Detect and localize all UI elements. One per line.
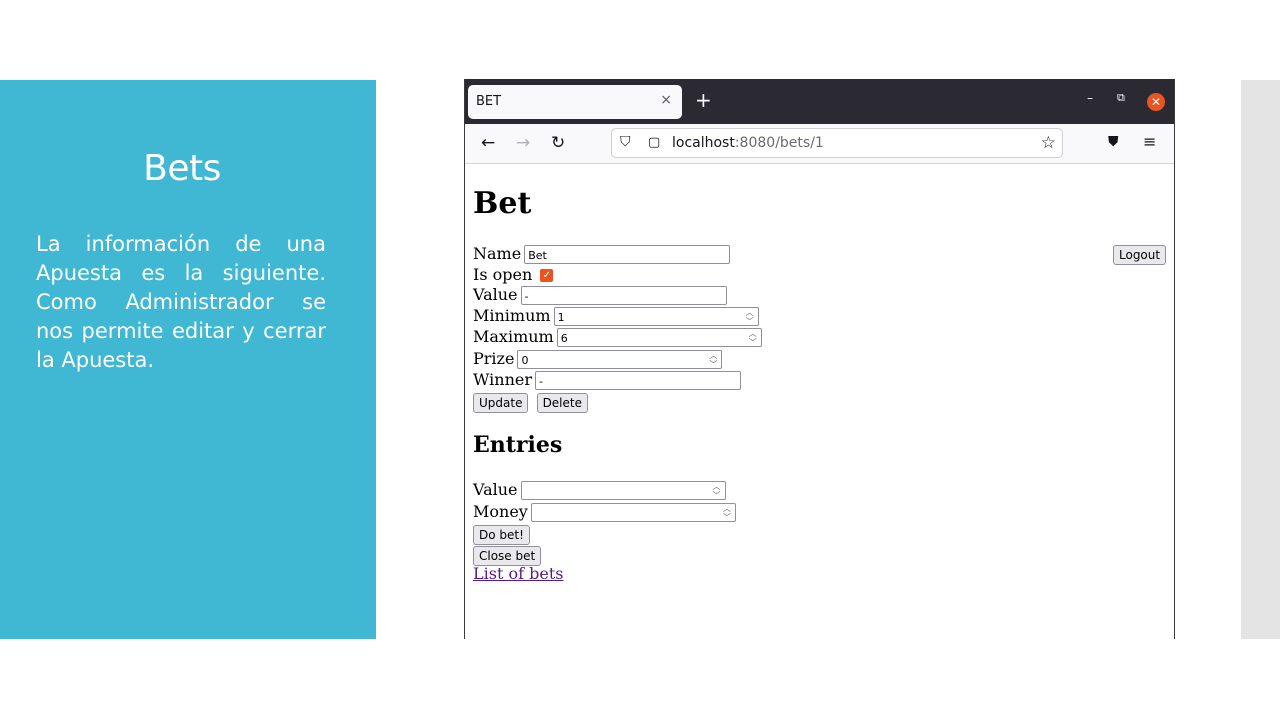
name-input[interactable]: Bet: [524, 245, 731, 264]
entries-heading: Entries: [473, 432, 563, 458]
minimize-icon[interactable]: –: [1087, 91, 1093, 105]
money-label: Money: [473, 502, 528, 521]
tab-close-icon[interactable]: ×: [660, 92, 672, 108]
prize-spinner-icon[interactable]: ︿ ﹀: [709, 351, 717, 369]
winner-label: Winner: [473, 370, 533, 389]
prize-value: 0: [521, 354, 529, 367]
money-input[interactable]: ︿ ﹀: [530, 503, 736, 522]
entry-value-row: Value ︿ ﹀: [473, 480, 726, 500]
logout-button[interactable]: Logout: [1113, 245, 1167, 265]
pocket-icon[interactable]: ⛊: [1108, 134, 1119, 150]
name-row: Name Bet: [473, 244, 731, 264]
browser-window: BET × + – ⧉ ✕ ← → ↻ ⛉ ▢ localhost:8080/b…: [464, 79, 1175, 639]
url-host: localhost: [672, 135, 735, 151]
page-title: Bet: [473, 186, 532, 221]
money-row: Money ︿ ﹀: [473, 502, 736, 522]
slide-body: La información de una Apuesta es la sigu…: [36, 232, 326, 372]
entry-value-label: Value: [473, 480, 518, 499]
back-arrow-icon[interactable]: ←: [481, 133, 495, 153]
is-open-checkbox[interactable]: ✓: [540, 269, 554, 282]
close-window-icon[interactable]: ✕: [1147, 93, 1165, 111]
minimum-value: 1: [557, 311, 565, 324]
new-tab-icon[interactable]: +: [695, 90, 712, 110]
hamburger-menu-icon[interactable]: ≡: [1143, 132, 1156, 151]
entry-value-spinner-icon[interactable]: ︿ ﹀: [713, 482, 721, 500]
browser-navbar: ← → ↻ ⛉ ▢ localhost:8080/bets/1 ☆ ⛊ ≡: [465, 124, 1174, 164]
minimum-label: Minimum: [473, 306, 551, 325]
entry-value-input[interactable]: ︿ ﹀: [520, 481, 726, 500]
tab-title: BET: [476, 94, 502, 109]
page-info-icon[interactable]: ▢: [648, 135, 660, 150]
value-row: Value -: [473, 285, 727, 305]
is-open-label: Is open: [473, 265, 533, 284]
delete-button[interactable]: Delete: [536, 392, 588, 413]
reload-icon[interactable]: ↻: [551, 133, 565, 153]
winner-input[interactable]: -: [535, 371, 742, 390]
close-bet-row: Close bet: [473, 545, 542, 566]
maximum-spinner-icon[interactable]: ︿ ﹀: [749, 329, 757, 347]
slide-title: Bets: [143, 148, 221, 189]
forward-arrow-icon[interactable]: →: [516, 133, 530, 153]
winner-row: Winner -: [473, 370, 742, 390]
form-actions: Update Delete: [473, 392, 588, 413]
do-bet-button[interactable]: Do bet!: [473, 524, 530, 545]
minimum-row: Minimum 1 ︿ ﹀: [473, 306, 759, 326]
tracking-shield-icon[interactable]: ⛉: [620, 134, 631, 150]
maximum-row: Maximum 6 ︿ ﹀: [473, 327, 762, 347]
prize-label: Prize: [473, 349, 515, 368]
close-bet-button[interactable]: Close bet: [473, 545, 542, 566]
do-bet-row: Do bet!: [473, 524, 530, 545]
update-button[interactable]: Update: [473, 392, 529, 413]
url-bar[interactable]: ⛉ ▢ localhost:8080/bets/1 ☆: [611, 128, 1063, 158]
value-input[interactable]: -: [520, 286, 727, 305]
browser-titlebar: BET × + – ⧉ ✕: [465, 79, 1174, 124]
value-label: Value: [473, 285, 518, 304]
prize-row: Prize 0 ︿ ﹀: [473, 349, 723, 369]
maximum-value: 6: [560, 332, 568, 345]
bookmark-star-icon[interactable]: ☆: [1041, 133, 1056, 153]
is-open-row: Is open ✓: [473, 265, 554, 285]
url-text: localhost:8080/bets/1: [672, 135, 824, 151]
browser-tab[interactable]: BET ×: [468, 85, 682, 119]
minimum-spinner-icon[interactable]: ︿ ﹀: [746, 308, 754, 326]
page-content: Bet Logout Name Bet Is open ✓ Value - Minim…: [465, 164, 1174, 639]
name-label: Name: [473, 244, 522, 263]
prize-input[interactable]: 0 ︿ ﹀: [517, 350, 723, 369]
maximum-input[interactable]: 6 ︿ ﹀: [556, 328, 762, 347]
restore-icon[interactable]: ⧉: [1117, 91, 1125, 105]
money-spinner-icon[interactable]: ︿ ﹀: [723, 504, 731, 522]
minimum-input[interactable]: 1 ︿ ﹀: [553, 307, 759, 326]
maximum-label: Maximum: [473, 327, 554, 346]
list-of-bets-link[interactable]: List of bets: [473, 564, 563, 583]
slide-side-strip: [1241, 80, 1280, 639]
url-path: :8080/bets/1: [734, 135, 824, 151]
